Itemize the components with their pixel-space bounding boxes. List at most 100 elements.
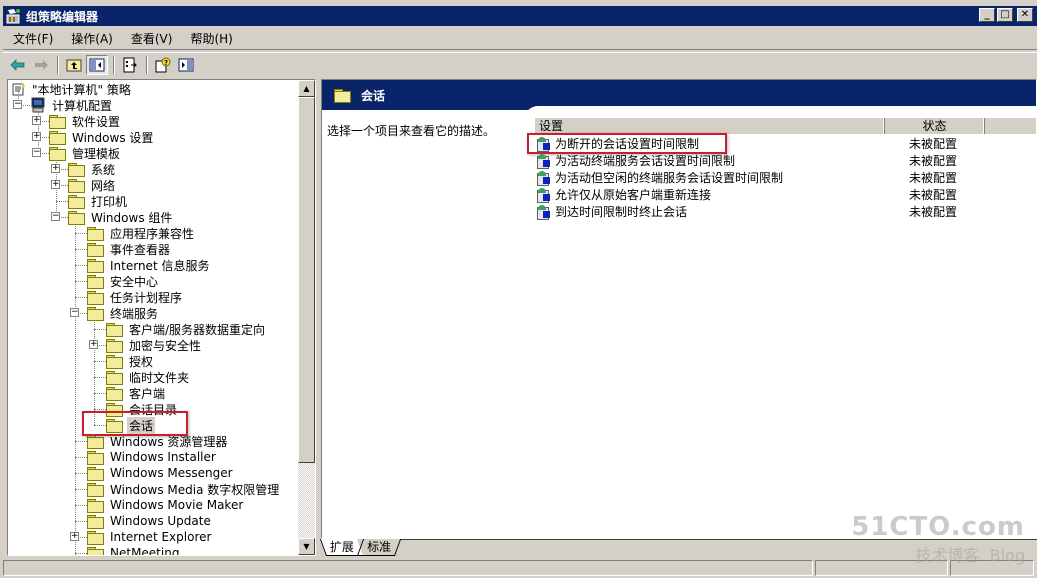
setting-name: 为活动但空闲的终端服务会话设置时间限制 <box>555 171 784 185</box>
tree-node[interactable]: Windows 设置 <box>49 129 155 145</box>
expand-icon[interactable]: + <box>32 132 41 141</box>
folder-icon <box>68 210 85 225</box>
folder-icon <box>87 226 104 241</box>
scroll-down-button[interactable]: ▼ <box>298 538 315 555</box>
tree-node[interactable]: Internet 信息服务 <box>87 257 211 273</box>
tree-node[interactable]: 授权 <box>106 353 155 369</box>
folder-icon <box>106 354 123 369</box>
scroll-thumb[interactable] <box>298 97 315 463</box>
folder-icon <box>87 498 104 513</box>
tree-node[interactable]: 软件设置 <box>49 113 122 129</box>
back-button[interactable] <box>7 55 29 75</box>
tree-node[interactable]: 加密与安全性 <box>106 337 203 353</box>
tree-connector <box>75 521 87 522</box>
folder-icon <box>87 546 104 555</box>
tab-standard[interactable]: 标准 <box>356 539 402 556</box>
tree-node-label: 软件设置 <box>72 114 121 129</box>
tree-node[interactable]: Internet Explorer <box>87 529 213 545</box>
tree-node[interactable]: Windows Installer <box>87 449 218 465</box>
folder-icon <box>49 130 66 145</box>
menu-view[interactable]: 查看(V) <box>123 30 181 47</box>
menu-file[interactable]: 文件(F) <box>5 30 61 47</box>
scroll-up-button[interactable]: ▲ <box>298 80 315 97</box>
tree-node[interactable]: 管理模板 <box>49 145 122 161</box>
settings-row[interactable]: 允许仅从原始客户端重新连接 未被配置 <box>537 186 1036 203</box>
tree-connector <box>75 265 87 266</box>
expand-icon[interactable]: + <box>70 532 79 541</box>
tree-node[interactable]: Windows Update <box>87 513 213 529</box>
group-policy-app-icon <box>6 8 22 24</box>
tree-node[interactable]: 网络 <box>68 177 117 193</box>
policy-setting-icon <box>537 187 551 203</box>
tree-node[interactable]: Windows Media 数字权限管理 <box>87 481 281 497</box>
policy-setting-icon <box>537 204 551 220</box>
tree-node[interactable]: 任务计划程序 <box>87 289 184 305</box>
tree-node-label: Windows Media 数字权限管理 <box>110 482 280 497</box>
expand-icon[interactable]: + <box>51 180 60 189</box>
tree-root-label: "本地计算机" 策略 <box>32 82 131 97</box>
tree-node[interactable]: Windows Movie Maker <box>87 497 245 513</box>
show-hide-action-pane-button[interactable] <box>175 55 197 75</box>
menu-action[interactable]: 操作(A) <box>63 30 121 47</box>
tree-node[interactable]: 临时文件夹 <box>106 369 191 385</box>
help-button[interactable]: ? <box>152 55 174 75</box>
tree-node[interactable]: 打印机 <box>68 193 129 209</box>
watermark: 51CTO.com 技术博客 Blog <box>851 512 1025 566</box>
scroll-down-arrow-icon: ▼ <box>303 542 310 551</box>
tree-vertical-scrollbar[interactable]: ▲ ▼ <box>298 80 315 555</box>
tree-node[interactable]: Windows Messenger <box>87 465 235 481</box>
setting-name: 允许仅从原始客户端重新连接 <box>555 188 712 202</box>
description-text: 选择一个项目来查看它的描述。 <box>327 124 496 138</box>
tree-node[interactable]: 应用程序兼容性 <box>87 225 196 241</box>
tree-node[interactable]: 事件查看器 <box>87 241 172 257</box>
tree-node[interactable]: Windows 组件 <box>68 209 174 225</box>
tree-node[interactable]: 客户端/服务器数据重定向 <box>106 321 267 337</box>
expand-icon[interactable]: + <box>51 164 60 173</box>
tree-connector <box>94 409 106 410</box>
maximize-button[interactable]: □ <box>997 8 1013 22</box>
toolbar-separator <box>146 55 148 74</box>
tree-connector <box>75 297 87 298</box>
close-button[interactable]: ✕ <box>1017 8 1033 22</box>
tree-view[interactable]: "本地计算机" 策略 − 计算机配置 + 软件设置 + Windows 设置 − 管理模板 + 系… <box>8 80 299 555</box>
tree-node-label: Internet Explorer <box>110 530 212 544</box>
tree-node-label: Internet 信息服务 <box>110 258 210 273</box>
expand-icon[interactable]: + <box>32 116 41 125</box>
setting-state: 未被配置 <box>909 137 958 151</box>
collapse-icon[interactable]: − <box>13 100 22 109</box>
tree-node[interactable]: 安全中心 <box>87 273 160 289</box>
tree-node[interactable]: 客户端 <box>106 385 167 401</box>
collapse-icon[interactable]: − <box>32 148 41 157</box>
console-tree: "本地计算机" 策略 − 计算机配置 + 软件设置 + Windows 设置 − 管理模板 + 系… <box>7 79 316 556</box>
svg-text:?: ? <box>164 59 168 67</box>
column-header-state[interactable]: 状态 <box>885 118 985 134</box>
tree-node[interactable]: 终端服务 <box>87 305 160 321</box>
minimize-button[interactable]: _ <box>979 8 995 22</box>
tree-connector <box>75 281 87 282</box>
tree-node-label: 客户端/服务器数据重定向 <box>129 322 266 337</box>
setting-name: 为活动终端服务会话设置时间限制 <box>555 154 736 168</box>
tree-root[interactable]: "本地计算机" 策略 <box>11 81 133 97</box>
show-hide-tree-button[interactable] <box>86 54 108 75</box>
tree-node[interactable]: NetMeeting <box>87 545 181 555</box>
forward-button[interactable] <box>30 55 52 75</box>
collapse-icon[interactable]: − <box>70 308 79 317</box>
settings-row[interactable]: 为活动但空闲的终端服务会话设置时间限制 未被配置 <box>537 169 1036 186</box>
forward-icon <box>35 59 48 70</box>
menu-help[interactable]: 帮助(H) <box>182 30 240 47</box>
folder-icon <box>106 338 123 353</box>
tree-node[interactable]: 系统 <box>68 161 117 177</box>
folder-icon <box>87 274 104 289</box>
up-level-button[interactable] <box>63 55 85 75</box>
collapse-icon[interactable]: − <box>51 212 60 221</box>
folder-icon <box>68 162 85 177</box>
tree-node[interactable]: 计算机配置 <box>30 97 114 113</box>
expand-icon[interactable]: + <box>89 340 98 349</box>
settings-row[interactable]: 为活动终端服务会话设置时间限制 未被配置 <box>537 152 1036 169</box>
tree-node-label: 终端服务 <box>110 306 159 321</box>
column-header-setting[interactable]: 设置 <box>535 118 885 134</box>
export-list-button[interactable] <box>119 55 141 75</box>
policy-setting-icon-accent <box>538 170 546 176</box>
tree-node-label: 系统 <box>91 162 116 177</box>
settings-row[interactable]: 到达时间限制时终止会话 未被配置 <box>537 203 1036 220</box>
